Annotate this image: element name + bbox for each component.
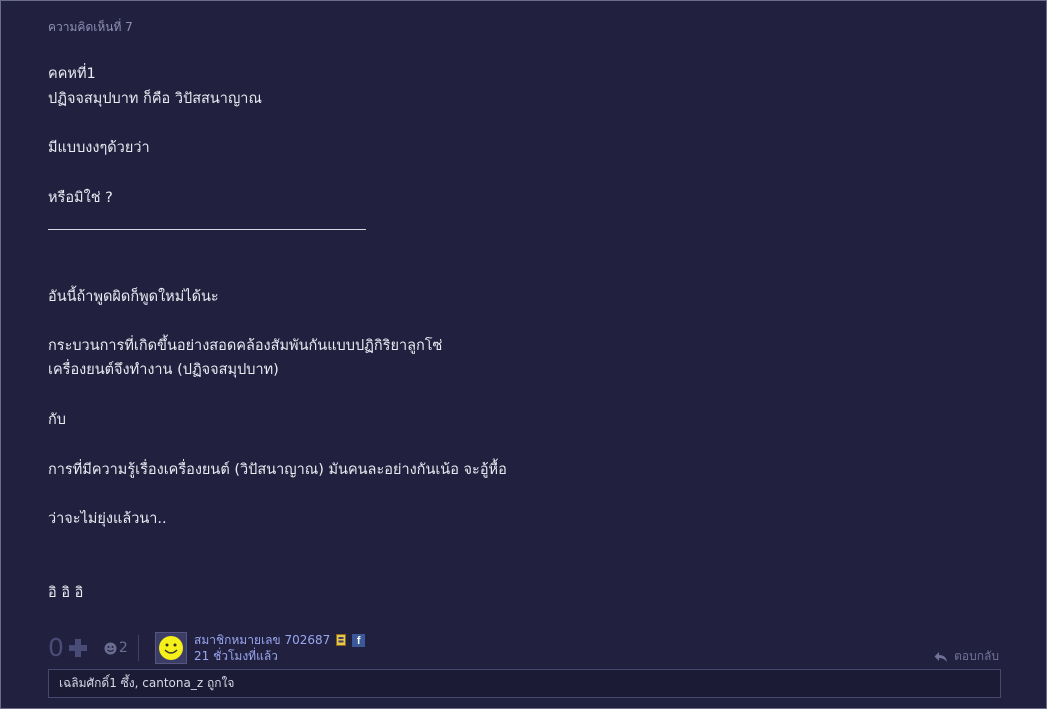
member-name-link[interactable]: สมาชิกหมายเลข 702687: [194, 632, 330, 648]
comment-card: ความคิดเห็นที่ 7 คคหที่1 ปฏิจจสมุปบาท ก็…: [0, 0, 1047, 709]
horizontal-rule: [48, 229, 366, 230]
facebook-icon[interactable]: f: [352, 633, 366, 647]
comment-line: มีแบบงงๆด้วยว่า: [48, 140, 150, 156]
comment-line: อิ อิ อิ: [48, 585, 84, 601]
reactions-bar: เฉลิมศักดิ์1 ซึ้ง, cantona_z ถูกใจ: [48, 669, 1001, 698]
comment-line: กับ: [48, 412, 66, 428]
comment-line: ปฏิจจสมุปบาท ก็คือ วิปัสสนาญาณ: [48, 91, 262, 107]
reactions-text: เฉลิมศักดิ์1 ซึ้ง, cantona_z ถูกใจ: [59, 676, 235, 690]
comment-line: ว่าจะไม่ยุ่งแล้วนา..: [48, 511, 167, 527]
comment-line: คคหที่1: [48, 66, 96, 82]
avatar[interactable]: [155, 632, 187, 664]
reply-arrow-icon: [934, 651, 948, 662]
emotion-count: 2: [118, 640, 128, 656]
plus-icon[interactable]: [68, 638, 88, 658]
reply-label: ตอบกลับ: [954, 649, 999, 663]
emotion-face-icon: [104, 642, 117, 654]
comment-number: ความคิดเห็นที่ 7: [48, 20, 133, 34]
comment-line: กระบวนการที่เกิดขึ้นอย่างสอดคล้องสัมพันก…: [48, 338, 443, 354]
member-badge-icon: [336, 634, 347, 646]
avatar-smiley-icon: [159, 636, 183, 660]
vote-area: 0 2: [48, 631, 139, 665]
reply-button[interactable]: ตอบกลับ: [934, 647, 999, 666]
comment-line: เครื่องยนต์จึงทำงาน (ปฏิจจสมุปบาท): [48, 362, 279, 378]
vote-count: 0: [48, 633, 64, 662]
comment-line: อันนี้ถ้าพูดผิดก็พูดใหม่ได้นะ: [48, 289, 219, 305]
comment-line: การที่มีความรู้เรื่องเครื่องยนต์ (วิปัสน…: [48, 462, 507, 478]
divider: [137, 635, 139, 661]
emotion-button[interactable]: 2: [104, 640, 128, 656]
post-time: 21 ชั่วโมงที่แล้ว: [194, 649, 278, 663]
comment-line: หรือมิใช่ ?: [48, 190, 113, 206]
member-info: สมาชิกหมายเลข 702687 f 21 ชั่วโมงที่แล้ว: [194, 632, 366, 664]
